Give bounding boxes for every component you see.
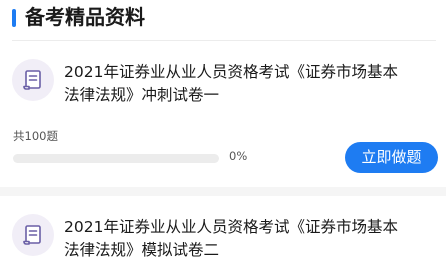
card-separator [0,187,446,196]
start-practice-button[interactable]: 立即做题 [345,142,438,173]
paper-card[interactable]: 2021年证券业从业人员资格考试《证券市场基本 法律法规》模拟试卷二 [0,196,446,261]
question-count: 共100题 [13,129,58,143]
progress-percent: 0% [229,149,248,163]
paper-title[interactable]: 2021年证券业从业人员资格考试《证券市场基本 法律法规》模拟试卷二 [64,216,436,261]
section-title: 备考精品资料 [25,5,145,29]
document-scroll-icon [12,59,54,101]
study-materials-page: 备考精品资料 2021年证券业从业人员资格考试《证券市场基本 法律法规》冲刺试卷… [0,0,446,261]
paper-title[interactable]: 2021年证券业从业人员资格考试《证券市场基本 法律法规》冲刺试卷一 [64,61,436,107]
paper-title-line-1: 2021年证券业从业人员资格考试《证券市场基本 [64,63,398,81]
paper-card[interactable]: 2021年证券业从业人员资格考试《证券市场基本 法律法规》冲刺试卷一 共100题… [0,41,446,187]
paper-title-line-2: 法律法规》模拟试卷二 [64,241,220,259]
paper-title-line-2: 法律法规》冲刺试卷一 [64,86,220,104]
section-accent-bar [12,9,16,27]
paper-title-line-1: 2021年证券业从业人员资格考试《证券市场基本 [64,218,398,236]
section-header: 备考精品资料 [0,0,446,36]
progress-bar [13,154,219,163]
document-scroll-icon [12,214,54,256]
